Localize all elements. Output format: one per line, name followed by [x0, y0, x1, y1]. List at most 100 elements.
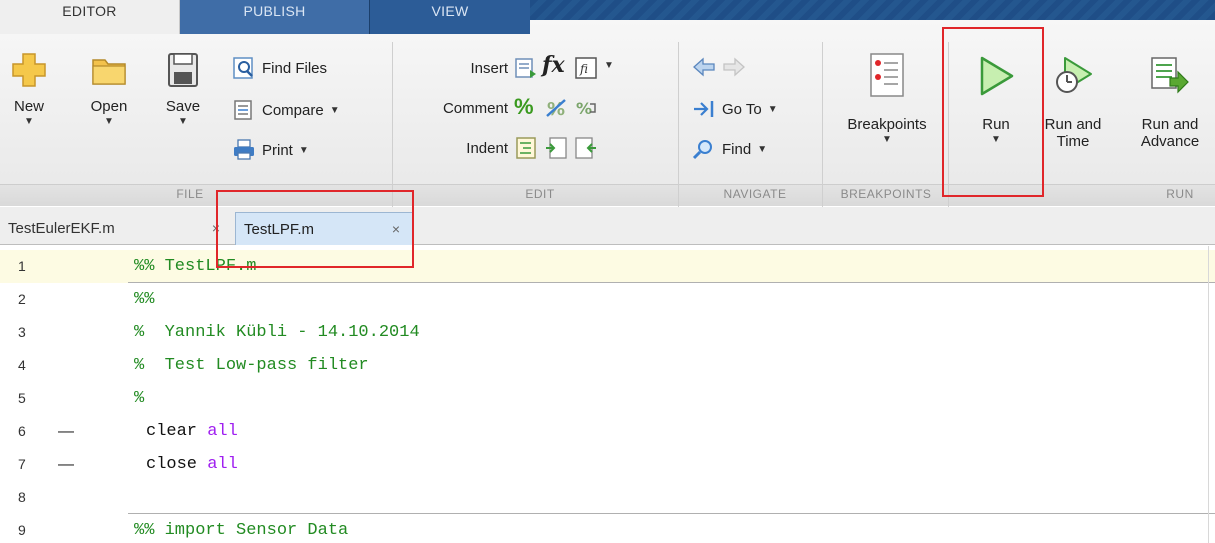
chevron-down-icon: ▼	[104, 116, 114, 127]
svg-text:%: %	[576, 99, 592, 118]
find-files-button[interactable]: Find Files	[232, 56, 327, 80]
code-text: close all	[146, 448, 238, 481]
chevron-down-icon: ▼	[757, 143, 768, 155]
doc-tab-label: TestEulerEKF.m	[8, 220, 115, 237]
run-and-time-label-2: Time	[1056, 133, 1090, 150]
arrow-right-icon	[723, 57, 745, 77]
open-button[interactable]: Open ▼	[84, 50, 134, 129]
code-keyword: all	[207, 455, 238, 474]
go-to-button[interactable]: Go To ▼	[692, 98, 778, 120]
open-label: Open	[90, 98, 128, 115]
code-text: %% import Sensor Data	[134, 521, 349, 540]
find-button[interactable]: Find ▼	[692, 138, 767, 160]
new-button[interactable]: New ▼	[6, 50, 52, 129]
run-and-time-button[interactable]: Run and Time	[1040, 54, 1106, 150]
insert-code-icon: fi	[575, 57, 597, 79]
insert-code-button[interactable]: fi	[574, 56, 598, 83]
code-text: % Yannik Kübli - 14.10.2014	[134, 323, 420, 342]
insert-function-button[interactable]: fx	[542, 52, 565, 78]
chevron-down-icon: ▼	[298, 144, 309, 156]
navigate-group-label: NAVIGATE	[723, 187, 787, 201]
floppy-disk-icon	[168, 53, 198, 87]
code-text: % Test Low-pass filter	[134, 356, 369, 375]
increase-indent-button[interactable]	[544, 136, 568, 163]
code-editor[interactable]: 1 %% TestLPF.m 2 %% 3 % Yannik Kübli - 1…	[0, 246, 1215, 543]
insert-section-icon	[515, 58, 536, 78]
breakpoints-group-label: BREAKPOINTS	[840, 187, 932, 201]
separator	[678, 42, 679, 207]
code-line[interactable]: 9 %% import Sensor Data	[0, 514, 1215, 543]
code-line[interactable]: 4 % Test Low-pass filter	[0, 349, 1215, 382]
run-and-advance-icon	[1151, 57, 1189, 94]
chevron-down-icon: ▼	[24, 116, 34, 127]
chevron-down-icon: ▼	[767, 103, 778, 115]
line-number: 9	[18, 522, 26, 538]
compare-button[interactable]: Compare ▼	[232, 98, 340, 122]
code-line[interactable]: 1 %% TestLPF.m	[0, 250, 1215, 283]
line-number: 6	[18, 423, 26, 439]
decrease-indent-button[interactable]	[574, 136, 598, 163]
magnifier-icon	[692, 140, 712, 160]
run-highlight-box	[942, 27, 1044, 197]
separator	[822, 42, 823, 207]
line-number: 2	[18, 291, 26, 307]
code-text: %%	[134, 290, 155, 309]
document-tab-bar: TestEulerEKF.m × TestLPF.m ×	[0, 207, 1215, 245]
comment-percent-icon[interactable]: %	[514, 94, 534, 120]
uncomment-button[interactable]: %	[544, 96, 568, 123]
wrap-comments-button[interactable]: %	[574, 96, 598, 123]
printer-icon	[234, 139, 254, 160]
insert-section-button[interactable]	[514, 56, 538, 83]
run-and-time-label-1: Run and	[1044, 116, 1102, 133]
wrap-comments-icon: %	[576, 99, 596, 118]
breakpoints-label: Breakpoints	[847, 116, 927, 133]
code-line[interactable]: 6 — clear all	[0, 415, 1215, 448]
breakpoints-button[interactable]: Breakpoints ▼	[832, 52, 942, 147]
code-command: clear	[146, 422, 208, 441]
insert-label: Insert	[470, 60, 508, 77]
breakpoints-icon	[870, 53, 904, 97]
find-label: Find	[722, 140, 752, 158]
find-files-icon	[233, 57, 253, 79]
code-line[interactable]: 7 — close all	[0, 448, 1215, 481]
back-button[interactable]	[692, 56, 716, 81]
code-text: clear all	[146, 415, 238, 448]
tab-view[interactable]: VIEW	[370, 0, 530, 34]
comment-label: Comment	[442, 100, 508, 117]
arrow-left-icon	[693, 57, 715, 77]
compare-icon	[234, 100, 252, 120]
save-button[interactable]: Save ▼	[160, 50, 206, 129]
line-number: 7	[18, 456, 26, 472]
code-text: %	[134, 389, 145, 408]
tab-publish[interactable]: PUBLISH	[180, 0, 370, 34]
increase-indent-icon	[546, 137, 567, 159]
go-to-label: Go To	[722, 100, 762, 118]
chevron-down-icon: ▼	[329, 104, 340, 116]
compare-label: Compare	[262, 101, 324, 119]
code-line[interactable]: 5 %	[0, 382, 1215, 415]
print-button[interactable]: Print ▼	[232, 138, 309, 162]
line-number: 8	[18, 489, 26, 505]
code-keyword: all	[207, 422, 238, 441]
separator	[392, 42, 393, 207]
tab-highlight-box	[216, 190, 414, 268]
code-line[interactable]: 3 % Yannik Kübli - 14.10.2014	[0, 316, 1215, 349]
code-line[interactable]: 2 %%	[0, 283, 1215, 316]
forward-button	[722, 56, 746, 81]
new-label: New	[13, 98, 44, 115]
run-and-advance-label-2: Advance	[1140, 133, 1200, 150]
folder-icon	[92, 59, 126, 85]
breakpoint-dash[interactable]: —	[58, 448, 74, 481]
code-line[interactable]: 8	[0, 481, 1215, 514]
tab-editor[interactable]: EDITOR	[0, 0, 180, 34]
doc-tab-testeulerekf[interactable]: TestEulerEKF.m ×	[0, 212, 232, 245]
edit-group-label: EDIT	[525, 187, 555, 201]
breakpoint-dash[interactable]: —	[58, 415, 74, 448]
smart-indent-button[interactable]	[514, 136, 538, 163]
chevron-down-icon[interactable]: ▼	[604, 60, 614, 71]
smart-indent-icon	[516, 137, 536, 159]
line-number: 5	[18, 390, 26, 406]
decrease-indent-icon	[575, 137, 596, 159]
run-and-advance-button[interactable]: Run and Advance	[1130, 54, 1210, 150]
line-number: 3	[18, 324, 26, 340]
